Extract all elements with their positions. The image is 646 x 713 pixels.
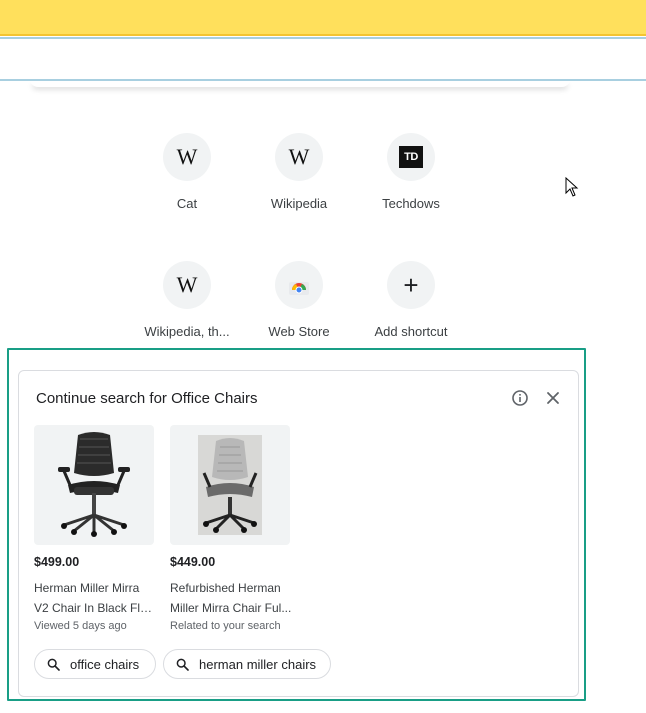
plus-icon: + xyxy=(387,261,435,309)
wikipedia-w-icon: W xyxy=(163,261,211,309)
product-image xyxy=(34,425,154,545)
shortcut-label: Techdows xyxy=(382,196,440,211)
search-icon xyxy=(176,658,189,671)
shortcut-tile-techdows[interactable]: TD Techdows xyxy=(355,133,467,233)
search-icon xyxy=(47,658,60,671)
shortcut-label: Add shortcut xyxy=(374,324,448,339)
continue-search-card: Continue search for Office Chairs $499.0… xyxy=(18,370,579,697)
product-name: Refurbished Herman Miller Mirra Chair Fu… xyxy=(170,581,292,615)
add-shortcut-tile[interactable]: + Add shortcut xyxy=(355,261,467,361)
search-box-shadow xyxy=(30,79,570,87)
techdows-td-icon: TD xyxy=(387,133,435,181)
close-icon[interactable] xyxy=(544,389,562,407)
search-box[interactable] xyxy=(0,37,646,81)
top-band-edge xyxy=(0,34,646,36)
product-price: $449.00 xyxy=(170,555,216,569)
mouse-cursor-icon xyxy=(565,177,579,197)
shortcut-label: Wikipedia xyxy=(270,196,328,211)
product-meta: Related to your search xyxy=(170,620,281,632)
top-yellow-band xyxy=(0,0,646,34)
chip-label: herman miller chairs xyxy=(199,656,317,672)
product-price: $499.00 xyxy=(34,555,80,569)
wikipedia-w-icon: W xyxy=(275,133,323,181)
shortcut-label: Wikipedia, th... xyxy=(144,324,230,339)
search-chip-herman-miller-chairs[interactable]: herman miller chairs xyxy=(163,649,331,679)
shortcut-label: Web Store xyxy=(268,324,330,339)
product-card[interactable]: $499.00 Herman Miller Mirra V2 Chair In … xyxy=(34,425,156,632)
shortcut-tile-wikipedia[interactable]: W Wikipedia xyxy=(243,133,355,233)
product-name: Herman Miller Mirra V2 Chair In Black Fl… xyxy=(34,581,156,615)
shortcut-tile-web-store[interactable]: Web Store xyxy=(243,261,355,361)
wikipedia-w-icon: W xyxy=(163,133,211,181)
chip-label: office chairs xyxy=(70,656,140,672)
card-title: Continue search for Office Chairs xyxy=(36,390,258,407)
product-image xyxy=(170,425,290,545)
product-meta: Viewed 5 days ago xyxy=(34,620,127,632)
search-chip-office-chairs[interactable]: office chairs xyxy=(34,649,156,679)
shortcut-label: Cat xyxy=(176,196,198,211)
product-card[interactable]: $449.00 Refurbished Herman Miller Mirra … xyxy=(170,425,292,632)
shortcut-tile-cat[interactable]: W Cat xyxy=(131,133,243,233)
shortcut-tile-wikipedia-2[interactable]: W Wikipedia, th... xyxy=(131,261,243,361)
chrome-web-store-icon xyxy=(275,261,323,309)
info-icon[interactable] xyxy=(511,389,529,407)
